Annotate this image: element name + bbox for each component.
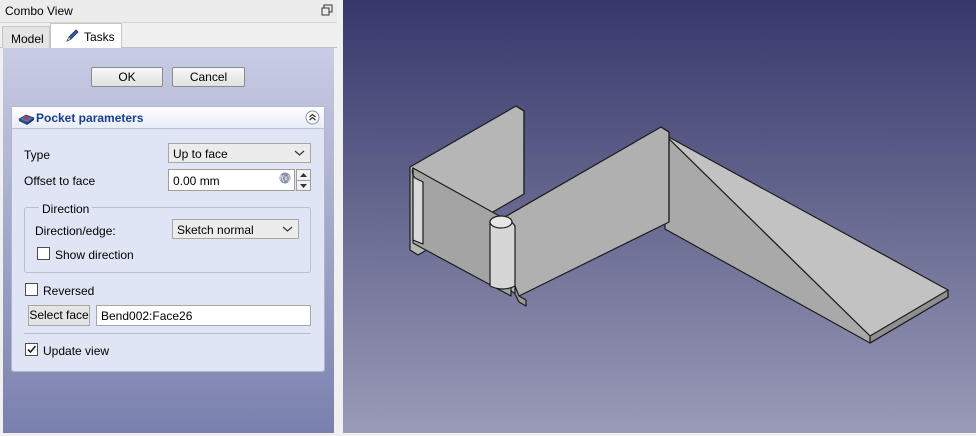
pocket-parameters-panel: Pocket parameters Type Up to face Offset…: [11, 106, 325, 372]
sheet-metal-model[interactable]: [343, 0, 976, 433]
chevron-up-icon[interactable]: [305, 110, 320, 125]
type-select-value: Up to face: [173, 147, 228, 161]
pencil-icon: [66, 29, 79, 42]
spin-up-icon[interactable]: [299, 172, 308, 178]
chevron-down-icon: [294, 150, 305, 156]
checkmark-icon: [27, 345, 37, 354]
show-direction-checkbox[interactable]: [37, 247, 50, 260]
face-input[interactable]: Bend002:Face26: [96, 305, 311, 326]
tab-model[interactable]: Model: [2, 26, 50, 48]
chevron-down-icon: [282, 226, 293, 232]
select-face-button[interactable]: Select face: [28, 305, 90, 326]
pocket-icon: [18, 114, 35, 125]
float-window-icon[interactable]: [321, 4, 333, 16]
type-select[interactable]: Up to face: [168, 143, 311, 163]
update-view-checkbox[interactable]: [25, 343, 38, 356]
reversed-checkbox[interactable]: [25, 283, 38, 296]
panel-header[interactable]: Pocket parameters: [12, 107, 324, 129]
separator: [24, 333, 311, 334]
svg-text:f(x): f(x): [280, 176, 290, 183]
combo-view-title: Combo View: [5, 4, 73, 18]
offset-spinner[interactable]: [296, 169, 311, 191]
direction-group: [24, 207, 311, 273]
task-panel-area: OK Cancel Pocket parameters Type Up to f…: [3, 48, 334, 433]
face-value: Bend002:Face26: [101, 309, 193, 323]
direction-edge-label: Direction/edge:: [35, 224, 116, 238]
expression-icon[interactable]: f(x): [279, 172, 291, 184]
combo-view-titlebar: Combo View: [0, 0, 337, 23]
update-view-label: Update view: [43, 344, 110, 358]
combo-view-tabs: Model Tasks: [0, 23, 337, 49]
offset-value: 0.00 mm: [173, 174, 220, 188]
type-label: Type: [24, 148, 51, 162]
direction-group-title: Direction: [39, 202, 93, 216]
tab-model-label: Model: [11, 32, 44, 46]
spin-down-icon[interactable]: [299, 183, 308, 189]
combo-view: Combo View Model Tasks OK Cancel Pocket …: [0, 0, 337, 433]
reversed-label: Reversed: [43, 284, 95, 298]
direction-edge-value: Sketch normal: [177, 223, 254, 237]
tab-tasks[interactable]: Tasks: [50, 23, 122, 49]
ok-button[interactable]: OK: [91, 67, 163, 87]
panel-title: Pocket parameters: [36, 111, 144, 125]
offset-input[interactable]: 0.00 mm f(x): [168, 169, 295, 191]
cancel-button[interactable]: Cancel: [172, 67, 245, 87]
middle-wall: [502, 126, 670, 297]
3d-viewport[interactable]: [343, 0, 976, 433]
direction-edge-select[interactable]: Sketch normal: [172, 219, 299, 239]
offset-label: Offset to face: [24, 174, 96, 188]
show-direction-label: Show direction: [55, 248, 134, 262]
tab-tasks-label: Tasks: [84, 30, 115, 44]
